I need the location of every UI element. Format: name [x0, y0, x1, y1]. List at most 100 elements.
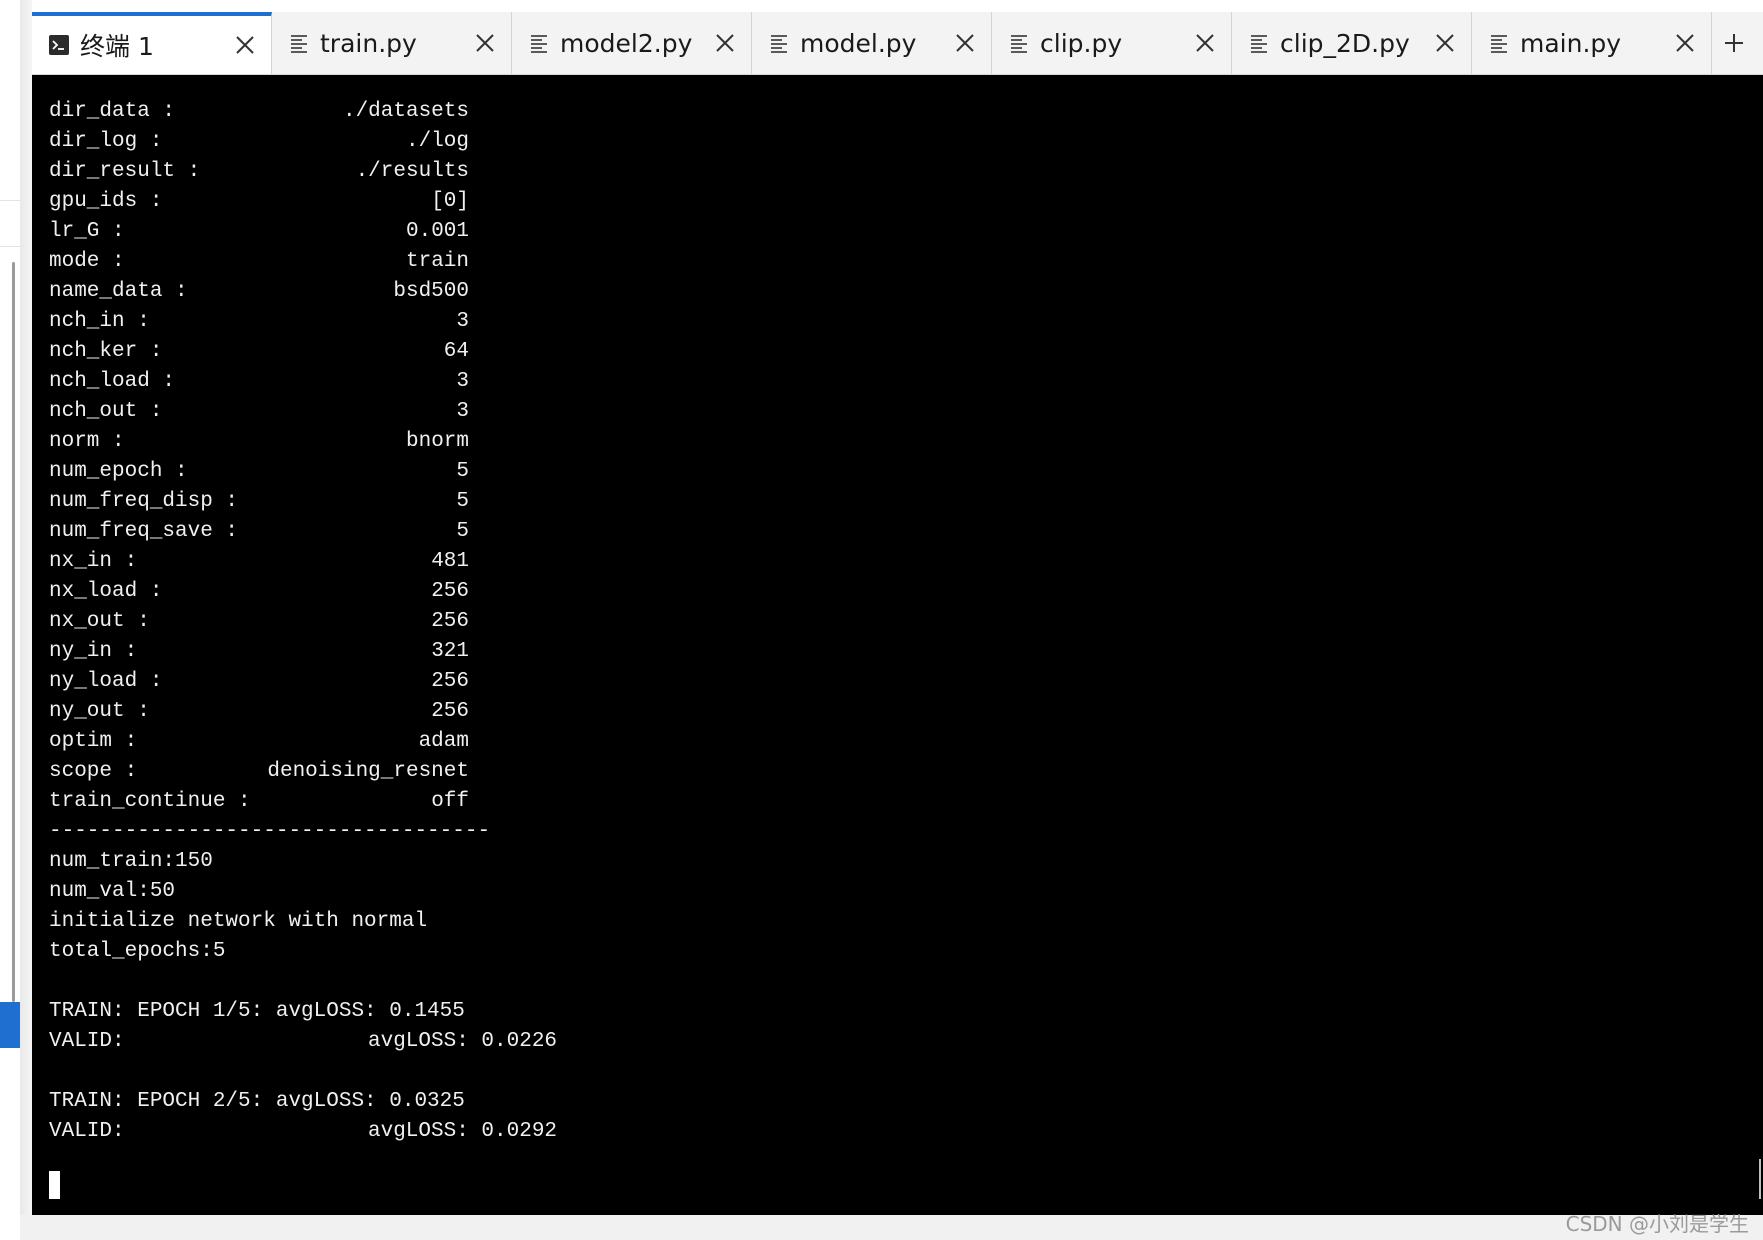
param-key: dir_log : [49, 130, 163, 153]
param-value: 3 [456, 310, 469, 333]
param-row: train_continue : off [49, 787, 469, 817]
text-file-icon [1248, 32, 1270, 54]
param-row: nch_load : 3 [49, 367, 469, 397]
tab-5[interactable]: clip_2D.py [1232, 12, 1472, 74]
param-row: ny_load : 256 [49, 667, 469, 697]
param-value: ./datasets [342, 100, 469, 123]
param-key: ny_load : [49, 670, 163, 693]
valid-line: VALID: avgLOSS: 0.0292 [49, 1117, 569, 1147]
tab-3[interactable]: model.py [752, 12, 992, 74]
param-key: nch_ker : [49, 340, 163, 363]
train-line: TRAIN: EPOCH 1/5: avgLOSS: 0.1455 [49, 1000, 465, 1023]
param-row: dir_data : ./datasets [49, 97, 469, 127]
param-value: 256 [431, 610, 469, 633]
param-key: nch_in : [49, 310, 150, 333]
valid-value: avgLOSS: 0.0292 [368, 1120, 558, 1143]
param-key: gpu_ids : [49, 190, 163, 213]
param-key: train_continue : [49, 790, 251, 813]
close-icon[interactable] [713, 31, 737, 55]
param-key: nch_load : [49, 370, 176, 393]
divider [0, 246, 20, 247]
param-value: off [431, 790, 469, 813]
param-key: nx_out : [49, 610, 150, 633]
param-key: num_epoch : [49, 460, 188, 483]
param-key: ny_out : [49, 700, 150, 723]
close-icon[interactable] [1193, 31, 1217, 55]
param-row: lr_G : 0.001 [49, 217, 469, 247]
tab-label: main.py [1520, 28, 1622, 58]
param-key: dir_result : [49, 160, 201, 183]
param-key: norm : [49, 430, 125, 453]
param-value: 5 [456, 520, 469, 543]
close-icon[interactable] [1673, 31, 1697, 55]
close-icon[interactable] [953, 31, 977, 55]
param-value: adam [418, 730, 469, 753]
param-key: name_data : [49, 280, 188, 303]
info-line: total_epochs:5 [49, 940, 226, 963]
valid-value: avgLOSS: 0.0226 [368, 1030, 558, 1053]
param-value: 256 [431, 670, 469, 693]
terminal-output: dir_data : ./datasets dir_log : ./log dir_re… [49, 97, 569, 1147]
tab-label: model.py [800, 28, 917, 58]
terminal-cursor [49, 1171, 60, 1199]
param-row: nx_load : 256 [49, 577, 469, 607]
param-row: num_freq_disp : 5 [49, 487, 469, 517]
close-icon[interactable] [1433, 31, 1457, 55]
status-strip [20, 1215, 1763, 1240]
close-icon[interactable] [473, 31, 497, 55]
tab-2[interactable]: model2.py [512, 12, 752, 74]
selection-accent [0, 1002, 20, 1048]
param-row: nx_out : 256 [49, 607, 469, 637]
param-row: num_freq_save : 5 [49, 517, 469, 547]
param-row: scope : denoising_resnet [49, 757, 469, 787]
new-tab-button[interactable] [1712, 12, 1756, 74]
param-row: norm : bnorm [49, 427, 469, 457]
close-icon[interactable] [233, 33, 257, 57]
app-window: 终端 1 train.py model2.py model.py clip.py clip… [0, 0, 1763, 1240]
tab-label: clip_2D.py [1280, 28, 1410, 58]
param-value: 5 [456, 460, 469, 483]
param-value: 3 [456, 370, 469, 393]
info-line: initialize network with normal [49, 910, 428, 933]
divider [0, 200, 20, 201]
param-row: ny_in : 321 [49, 637, 469, 667]
param-value: 64 [443, 340, 469, 363]
param-value: 481 [431, 550, 469, 573]
param-row: optim : adam [49, 727, 469, 757]
tab-6[interactable]: main.py [1472, 12, 1712, 74]
terminal-scrollbar[interactable] [1759, 1159, 1761, 1199]
valid-label: VALID: [49, 1030, 125, 1053]
param-value: bnorm [405, 430, 469, 453]
terminal-panel[interactable]: dir_data : ./datasets dir_log : ./log dir_re… [32, 75, 1763, 1215]
valid-line: VALID: avgLOSS: 0.0226 [49, 1027, 569, 1057]
info-line: num_val:50 [49, 880, 176, 903]
param-key: lr_G : [49, 220, 125, 243]
tab-label: 终端 1 [80, 32, 154, 61]
tab-label: model2.py [560, 28, 693, 58]
param-row: ny_out : 256 [49, 697, 469, 727]
text-file-icon [288, 32, 310, 54]
panel-edge [20, 0, 32, 1240]
text-file-icon [1488, 32, 1510, 54]
param-value: 3 [456, 400, 469, 423]
param-value: train [405, 250, 469, 273]
tab-label: train.py [320, 28, 417, 58]
param-key: nx_in : [49, 550, 138, 573]
param-row: nch_in : 3 [49, 307, 469, 337]
param-row: gpu_ids : [0] [49, 187, 469, 217]
param-key: optim : [49, 730, 138, 753]
tab-1[interactable]: train.py [272, 12, 512, 74]
tab-0[interactable]: 终端 1 [32, 12, 272, 74]
param-key: dir_data : [49, 100, 176, 123]
separator-line: ---------------------------------------- [49, 820, 489, 843]
param-row: name_data : bsd500 [49, 277, 469, 307]
tab-4[interactable]: clip.py [992, 12, 1232, 74]
param-row: dir_log : ./log [49, 127, 469, 157]
left-scrollbar[interactable] [12, 262, 15, 1002]
plus-icon [1725, 34, 1743, 52]
param-value: 256 [431, 580, 469, 603]
tab-bar: 终端 1 train.py model2.py model.py clip.py clip… [32, 12, 1763, 75]
param-key: num_freq_save : [49, 520, 239, 543]
